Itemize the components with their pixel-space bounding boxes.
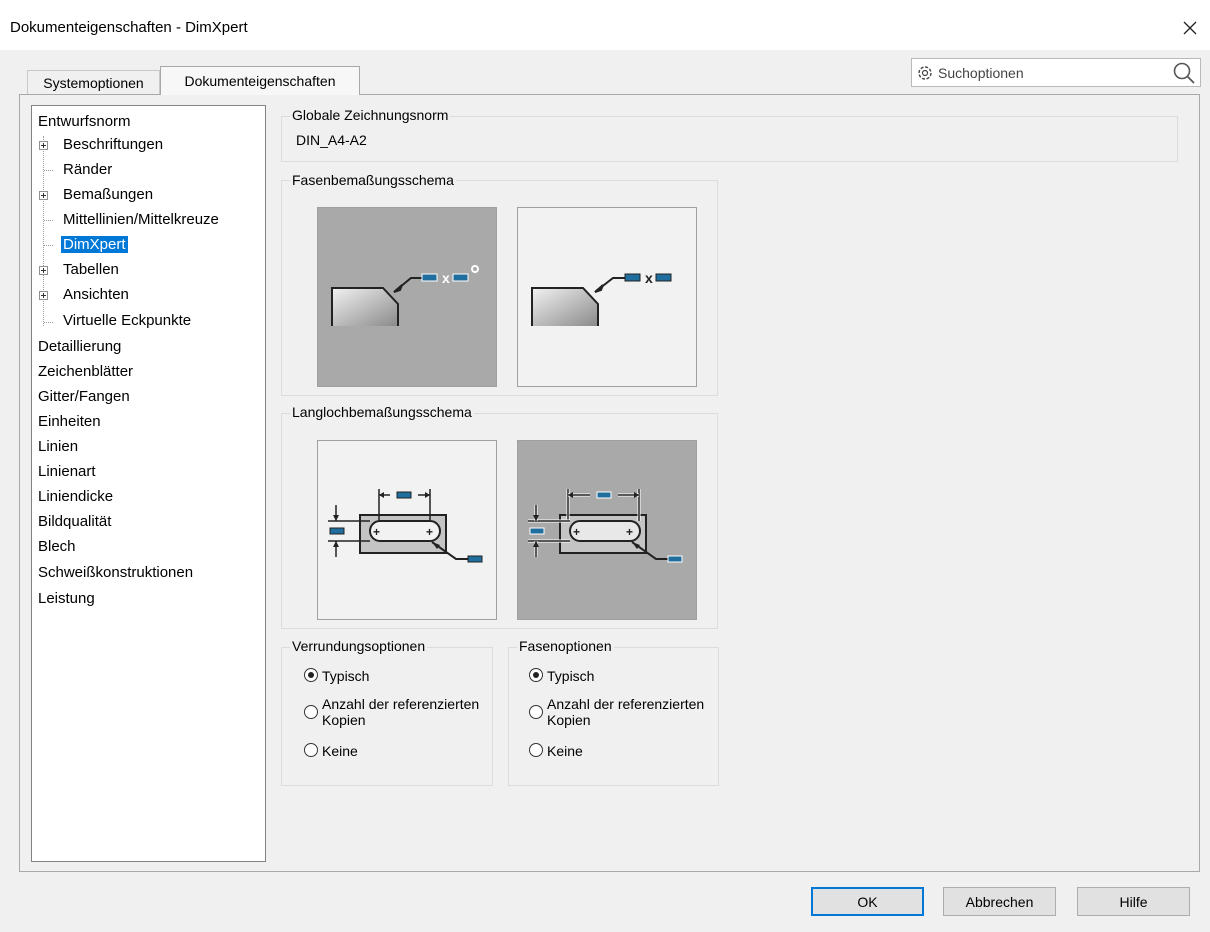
close-button[interactable] — [1170, 8, 1210, 48]
slot-diagram-icon: + + — [528, 489, 683, 563]
svg-text:+: + — [626, 525, 633, 539]
chamfer-option-anzahl[interactable]: Anzahl der referenzierten Kopien — [529, 696, 707, 728]
gear-icon — [918, 66, 932, 80]
slot-scheme-title: Langlochbemaßungsschema — [290, 404, 474, 420]
radio-label: Keine — [322, 743, 358, 759]
tab-label: Systemoptionen — [43, 74, 144, 91]
tree-item-blech[interactable]: Blech — [38, 536, 76, 558]
cancel-button[interactable]: Abbrechen — [943, 887, 1056, 916]
tree-connector — [44, 220, 53, 221]
tab-dokumenteigenschaften[interactable]: Dokumenteigenschaften — [160, 66, 360, 95]
tree-connector — [44, 245, 53, 246]
chamfer-options-title: Fasenoptionen — [517, 638, 614, 654]
fillet-options-title: Verrundungsoptionen — [290, 638, 428, 654]
search-box[interactable]: Suchoptionen — [911, 58, 1201, 87]
expand-icon[interactable] — [39, 191, 48, 200]
tree-item-virtuelle-eckpunkte[interactable]: Virtuelle Eckpunkte — [63, 310, 191, 332]
svg-text:x: x — [645, 270, 653, 286]
radio-label: Anzahl der referenzierten Kopien — [322, 696, 480, 728]
slot-scheme-option-1[interactable]: + + — [317, 440, 497, 620]
tree-item-mittellinien[interactable]: Mittellinien/Mittelkreuze — [63, 209, 219, 231]
chamfer-option-typisch[interactable]: Typisch — [529, 668, 594, 684]
expand-icon[interactable] — [39, 266, 48, 275]
tree-item-detaillierung[interactable]: Detaillierung — [38, 336, 121, 358]
chamfer-scheme-option-2[interactable]: x — [517, 207, 697, 387]
svg-text:+: + — [426, 525, 433, 539]
chamfer-scheme-title: Fasenbemaßungsschema — [290, 172, 456, 188]
tree-item-bildqualitaet[interactable]: Bildqualität — [38, 511, 111, 533]
tree-item-bemassungen[interactable]: Bemaßungen — [63, 184, 153, 206]
title-bar: Dokumenteigenschaften - DimXpert — [0, 0, 1210, 50]
expand-icon[interactable] — [39, 291, 48, 300]
global-norm-title: Globale Zeichnungsnorm — [290, 107, 451, 123]
global-norm-value: DIN_A4-A2 — [296, 132, 367, 148]
fillet-option-typisch[interactable]: Typisch — [304, 668, 369, 684]
tree-item-beschriftungen[interactable]: Beschriftungen — [63, 134, 163, 156]
radio-label: Anzahl der referenzierten Kopien — [547, 696, 705, 728]
slot-diagram-icon: + + — [328, 489, 483, 563]
close-icon — [1183, 21, 1197, 35]
fillet-option-anzahl[interactable]: Anzahl der referenzierten Kopien — [304, 696, 482, 728]
tree-item-zeichenblaetter[interactable]: Zeichenblätter — [38, 361, 133, 383]
radio-button[interactable] — [529, 705, 543, 719]
tree-item-tabellen[interactable]: Tabellen — [63, 259, 119, 281]
radio-button[interactable] — [529, 668, 543, 682]
tree-item-liniendicke[interactable]: Liniendicke — [38, 486, 113, 508]
tree-item-schweisskonstruktionen[interactable]: Schweißkonstruktionen — [38, 562, 193, 584]
tab-systemoptionen[interactable]: Systemoptionen — [27, 70, 160, 94]
tree-item-einheiten[interactable]: Einheiten — [38, 411, 101, 433]
tree-item-ansichten[interactable]: Ansichten — [63, 284, 129, 306]
tree-item-gitter-fangen[interactable]: Gitter/Fangen — [38, 386, 130, 408]
tree-item-dimxpert[interactable]: DimXpert — [61, 234, 128, 256]
chamfer-option-keine[interactable]: Keine — [529, 743, 583, 759]
search-input[interactable]: Suchoptionen — [938, 65, 1024, 81]
tree-item-linienart[interactable]: Linienart — [38, 461, 96, 483]
tree-item-entwurfsnorm[interactable]: Entwurfsnorm — [38, 111, 131, 133]
radio-button[interactable] — [529, 743, 543, 757]
search-icon[interactable] — [1172, 61, 1196, 85]
tree-connector — [44, 170, 53, 171]
tree-item-linien[interactable]: Linien — [38, 436, 78, 458]
fillet-option-keine[interactable]: Keine — [304, 743, 358, 759]
chamfer-diagram-icon: x — [531, 270, 672, 326]
svg-text:+: + — [373, 525, 380, 539]
ok-button[interactable]: OK — [811, 887, 924, 916]
tab-label: Dokumenteigenschaften — [184, 73, 336, 89]
radio-button[interactable] — [304, 668, 318, 682]
window-title: Dokumenteigenschaften - DimXpert — [10, 19, 248, 36]
radio-button[interactable] — [304, 743, 318, 757]
radio-label: Typisch — [547, 668, 595, 684]
radio-button[interactable] — [304, 705, 318, 719]
help-button[interactable]: Hilfe — [1077, 887, 1190, 916]
chamfer-diagram-icon: x — [331, 265, 479, 326]
tree-item-raender[interactable]: Ränder — [63, 159, 112, 181]
chamfer-scheme-option-1[interactable]: x — [317, 207, 497, 387]
tree-item-leistung[interactable]: Leistung — [38, 588, 95, 610]
expand-icon[interactable] — [39, 141, 48, 150]
svg-text:+: + — [573, 525, 580, 539]
radio-label: Keine — [547, 743, 583, 759]
radio-label: Typisch — [322, 668, 370, 684]
tree-connector — [44, 322, 53, 323]
svg-text:x: x — [442, 270, 450, 286]
slot-scheme-option-2[interactable]: + + — [517, 440, 697, 620]
